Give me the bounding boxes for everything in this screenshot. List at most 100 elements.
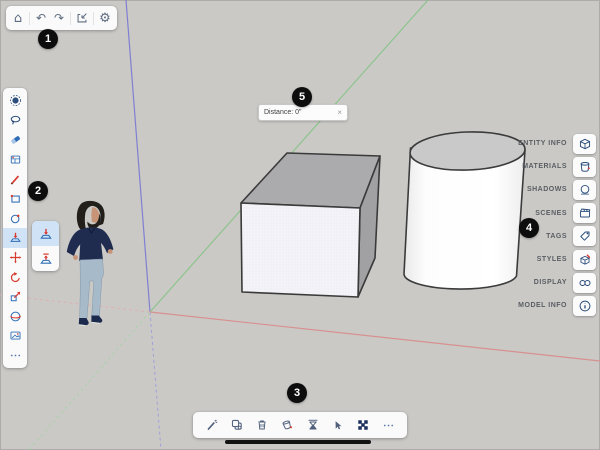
tool-push-pull[interactable] <box>3 228 27 248</box>
flyout-push-pull-down[interactable] <box>32 221 59 246</box>
checkerboard-button[interactable] <box>353 415 373 435</box>
redo-button[interactable]: ↷ <box>50 8 68 28</box>
move-icon <box>9 251 22 264</box>
tool-lasso[interactable] <box>3 111 27 131</box>
wand-icon <box>205 418 219 432</box>
redo-icon: ↷ <box>54 12 64 24</box>
home-icon: ⌂ <box>14 12 22 25</box>
panel-row-display: DISPLAY <box>410 271 600 294</box>
tool-scale[interactable] <box>3 287 27 307</box>
cursor-button[interactable] <box>328 415 348 435</box>
tool-eraser[interactable] <box>3 130 27 150</box>
tool-marker[interactable] <box>3 169 27 189</box>
wand-button[interactable] <box>202 415 222 435</box>
scenes-icon <box>578 206 592 220</box>
export-button[interactable] <box>73 8 91 28</box>
model-info-icon <box>578 299 592 313</box>
measurement-value: Distance: 0" <box>264 109 337 116</box>
panel-row-scenes: SCENES <box>410 202 600 225</box>
shadows-button[interactable] <box>573 180 596 200</box>
panel-label: TAGS <box>546 233 567 240</box>
panel-label: STYLES <box>537 256 567 263</box>
entity-info-icon <box>578 137 592 151</box>
delete-icon <box>255 418 269 432</box>
home-button[interactable]: ⌂ <box>9 8 27 28</box>
panel-label: MATERIALS <box>522 163 567 170</box>
paint-bucket-icon <box>280 418 294 432</box>
box-front-face <box>241 203 360 297</box>
annotation-badge-5: 5 <box>292 87 312 107</box>
panel-row-shadows: SHADOWS <box>410 178 600 201</box>
panel-row-tags: TAGS <box>410 225 600 248</box>
tool-image[interactable] <box>3 326 27 346</box>
person-jeans <box>80 259 104 319</box>
materials-button[interactable] <box>573 157 596 177</box>
more-button[interactable] <box>378 415 398 435</box>
scale-icon <box>9 290 22 303</box>
scenes-button[interactable] <box>573 203 596 223</box>
panel-label: SHADOWS <box>527 186 567 193</box>
tool-shape-circle[interactable] <box>3 209 27 229</box>
tool-rotate[interactable] <box>3 267 27 287</box>
select-icon <box>9 94 22 107</box>
shape-rect-icon <box>9 192 22 205</box>
more-icon <box>382 419 395 432</box>
push-pull-icon <box>9 231 22 244</box>
materials-icon <box>578 160 592 174</box>
panels-icon <box>9 153 22 166</box>
toolbar-divider <box>29 12 30 25</box>
paint-bucket-button[interactable] <box>277 415 297 435</box>
flip-icon <box>306 418 320 432</box>
box-top-face <box>241 153 380 208</box>
flip-button[interactable] <box>303 415 323 435</box>
lasso-icon <box>9 114 22 127</box>
push-pull-flyout <box>32 221 59 271</box>
copy-icon <box>230 418 244 432</box>
delete-button[interactable] <box>252 415 272 435</box>
push-pull-down-icon <box>39 227 53 241</box>
copy-button[interactable] <box>227 415 247 435</box>
more-icon <box>9 349 22 362</box>
undo-icon: ↶ <box>36 12 46 24</box>
person-right-shoe <box>91 316 102 323</box>
tool-more[interactable] <box>3 346 27 366</box>
display-button[interactable] <box>573 273 596 293</box>
annotation-badge-4: 4 <box>519 218 539 238</box>
context-toolbar <box>193 412 407 438</box>
panel-label: DISPLAY <box>534 279 567 286</box>
panel-label: ENTITY INFO <box>518 140 567 147</box>
home-indicator-handle[interactable] <box>225 440 371 444</box>
settings-icon: ⚙ <box>99 12 111 25</box>
rotate-icon <box>9 271 22 284</box>
panel-row-model-info: MODEL INFO <box>410 294 600 317</box>
model-info-button[interactable] <box>573 296 596 316</box>
close-icon[interactable]: × <box>337 109 342 117</box>
orbit-icon <box>9 310 22 323</box>
export-icon <box>75 11 89 25</box>
tool-move[interactable] <box>3 248 27 268</box>
top-toolbar: ⌂ ↶ ↷ ⚙ <box>6 6 117 30</box>
styles-icon <box>578 253 592 267</box>
flyout-push-pull-up[interactable] <box>32 246 59 271</box>
tool-select[interactable] <box>3 91 27 111</box>
settings-button[interactable]: ⚙ <box>96 8 114 28</box>
tool-shape-rect[interactable] <box>3 189 27 209</box>
styles-button[interactable] <box>573 250 596 270</box>
toolbar-divider <box>70 12 71 25</box>
annotation-badge-3: 3 <box>287 383 307 403</box>
box-model[interactable] <box>241 153 380 297</box>
annotation-badge-2: 2 <box>28 181 48 201</box>
undo-button[interactable]: ↶ <box>32 8 50 28</box>
tags-button[interactable] <box>573 226 596 246</box>
axis-green-dashed <box>29 312 150 450</box>
entity-info-button[interactable] <box>573 134 596 154</box>
tool-panels[interactable] <box>3 150 27 170</box>
tags-icon <box>578 229 592 243</box>
tool-orbit[interactable] <box>3 307 27 327</box>
axis-red-solid <box>150 312 600 361</box>
left-tool-rail <box>3 88 27 368</box>
cursor-icon <box>331 419 344 432</box>
display-icon <box>578 276 592 290</box>
panel-row-entity-info: ENTITY INFO <box>410 132 600 155</box>
axis-blue-solid <box>126 0 150 312</box>
